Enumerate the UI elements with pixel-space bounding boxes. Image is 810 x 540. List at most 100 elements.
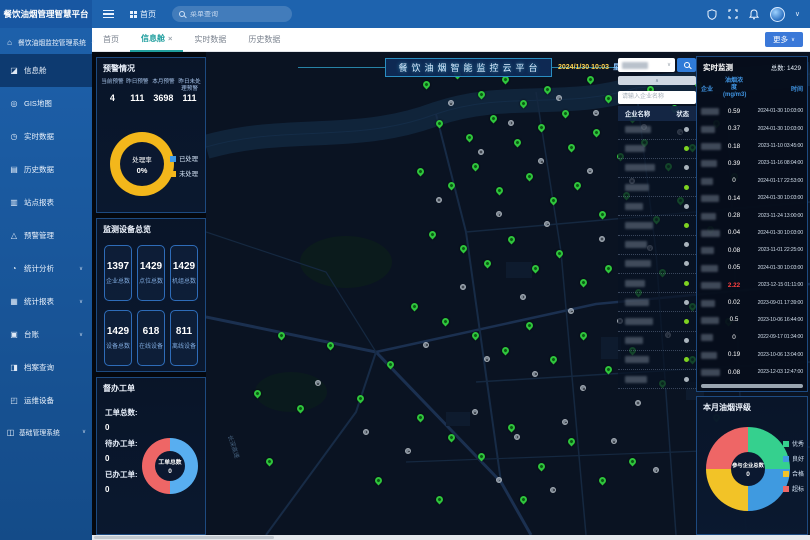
- company-name-blurred: [701, 317, 719, 324]
- theme-skin-icon[interactable]: [707, 9, 718, 20]
- map-marker-gray[interactable]: [363, 429, 369, 435]
- map-marker-gray[interactable]: [508, 120, 514, 126]
- sidebar-item-info-cabin[interactable]: ◪ 信息舱: [0, 54, 92, 87]
- realtime-row[interactable]: 0 2022-09-17 01:34:00: [697, 329, 807, 346]
- company-name-input[interactable]: [618, 91, 696, 104]
- tab-list: 首页 信息舱 × 实时数据 历史数据: [92, 28, 291, 52]
- sidebar-item-device-ops[interactable]: ◰ 运维设备: [0, 384, 92, 417]
- map-marker-gray[interactable]: [478, 149, 484, 155]
- collapse-bar[interactable]: ∧: [618, 76, 696, 85]
- realtime-row[interactable]: 0.04 2024-01-30 10:03:00: [697, 224, 807, 241]
- company-name-blurred: [701, 160, 717, 167]
- device-cards: 1397 企业总数 1429 点位总数 1429 机组总数 1429 设备总数 …: [97, 238, 205, 366]
- tab-realtime-data[interactable]: 实时数据: [183, 28, 237, 52]
- map-marker-gray[interactable]: [532, 371, 538, 377]
- status-dot-online: [684, 146, 689, 151]
- sidebar-item-archive-query[interactable]: ◨ 档案查询: [0, 351, 92, 384]
- company-row[interactable]: [618, 293, 696, 312]
- realtime-row[interactable]: 0 2024-01-17 22:53:00: [697, 172, 807, 189]
- realtime-monitor-panel: 实时监测 总数: 1429 企业 油烟浓度 (mg/m3) 时间 0.59 20…: [696, 56, 808, 392]
- company-name-blurred: [625, 164, 655, 171]
- map-marker-gray[interactable]: [599, 236, 605, 242]
- notification-bell-icon[interactable]: [749, 9, 760, 20]
- close-icon[interactable]: ×: [168, 34, 172, 43]
- realtime-row[interactable]: 0.18 2023-11-10 03:45:00: [697, 137, 807, 154]
- company-row[interactable]: [618, 370, 696, 389]
- realtime-row[interactable]: 0.19 2023-10-06 13:04:00: [697, 346, 807, 363]
- sidebar-collapse-icon[interactable]: [103, 10, 114, 19]
- realtime-row[interactable]: 0.02 2023-09-01 17:39:00: [697, 294, 807, 311]
- company-row[interactable]: [618, 159, 696, 178]
- realtime-row[interactable]: 0.05 2024-01-30 10:03:00: [697, 259, 807, 276]
- map-marker-gray[interactable]: [514, 434, 520, 440]
- company-row[interactable]: [618, 178, 696, 197]
- sidebar-section-base-system[interactable]: ◫ 基础管理系统 ∨: [0, 417, 92, 447]
- map-marker-gray[interactable]: [496, 477, 502, 483]
- scrollbar-thumb[interactable]: [94, 536, 274, 539]
- company-row[interactable]: [618, 351, 696, 370]
- realtime-row[interactable]: 0.14 2024-01-30 10:03:00: [697, 190, 807, 207]
- sidebar-item-warning-mgmt[interactable]: △ 预警管理: [0, 219, 92, 252]
- realtime-row[interactable]: 0.5 2023-10-06 16:44:00: [697, 311, 807, 328]
- realtime-row[interactable]: 0.59 2024-01-30 10:03:00: [697, 103, 807, 120]
- company-row[interactable]: [618, 216, 696, 235]
- sidebar-item-gis-map[interactable]: ◎ GIS地图: [0, 87, 92, 120]
- map-marker-gray[interactable]: [436, 197, 442, 203]
- concentration-value: 0.08: [723, 369, 745, 376]
- map-marker-gray[interactable]: [460, 284, 466, 290]
- menu-search-box[interactable]: [172, 6, 292, 22]
- sidebar-item-ledger[interactable]: ▣ 台账 ∨: [0, 318, 92, 351]
- tab-info-cabin[interactable]: 信息舱 ×: [130, 28, 183, 52]
- company-row[interactable]: [618, 332, 696, 351]
- home-breadcrumb[interactable]: 首页: [130, 9, 156, 20]
- home-icon: ⌂: [5, 38, 14, 47]
- company-row[interactable]: [618, 140, 696, 159]
- realtime-row[interactable]: 0.08 2023-11-01 22:25:00: [697, 242, 807, 259]
- company-row[interactable]: [618, 312, 696, 331]
- sidebar-nav: ⌂ 餐饮油烟监控管理系统 ∧ ◪ 信息舱 ◎ GIS地图 ◷ 实时数据 ▤ 历史…: [0, 28, 92, 540]
- workorder-donut-center: 工单总数 0: [142, 438, 198, 494]
- sidebar-item-realtime-data[interactable]: ◷ 实时数据: [0, 120, 92, 153]
- company-name-blurred: [625, 318, 653, 325]
- sidebar-item-site-report[interactable]: ▥ 站点报表: [0, 186, 92, 219]
- sidebar-item-stat-analysis[interactable]: ◔ 统计分析 ∨: [0, 252, 92, 285]
- company-row[interactable]: [618, 236, 696, 255]
- tab-home[interactable]: 首页: [92, 28, 130, 52]
- realtime-row[interactable]: 0.08 2023-12-03 12:47:00: [697, 363, 807, 380]
- page-horizontal-scrollbar[interactable]: [92, 535, 810, 540]
- sidebar-item-stat-report[interactable]: ▦ 统计报表 ∨: [0, 285, 92, 318]
- tab-label: 首页: [103, 34, 119, 45]
- company-row[interactable]: [618, 121, 696, 140]
- status-dot-offline: [684, 242, 689, 247]
- company-search-button[interactable]: [677, 58, 696, 72]
- fullscreen-icon[interactable]: [728, 9, 739, 20]
- sidebar-item-history-data[interactable]: ▤ 历史数据: [0, 153, 92, 186]
- company-row[interactable]: [618, 197, 696, 216]
- map-marker-gray[interactable]: [635, 400, 641, 406]
- company-row[interactable]: [618, 255, 696, 274]
- map-marker-gray[interactable]: [520, 294, 526, 300]
- header-actions: ∨: [707, 7, 800, 22]
- total-label: 总数:: [771, 65, 785, 72]
- timestamp: 2024-01-30 10:03:00: [745, 265, 803, 271]
- map-marker-gray[interactable]: [593, 110, 599, 116]
- map-marker-gray[interactable]: [448, 100, 454, 106]
- user-menu-chevron-icon[interactable]: ∨: [795, 10, 800, 18]
- tab-history-data[interactable]: 历史数据: [237, 28, 291, 52]
- more-button[interactable]: 更多 ∨: [765, 32, 803, 47]
- device-stat-card: 1397 企业总数: [104, 245, 132, 301]
- realtime-row[interactable]: 0.28 2023-11-24 13:00:00: [697, 207, 807, 224]
- horizontal-scrollbar[interactable]: [701, 384, 803, 388]
- sidebar-section-monitoring-system[interactable]: ⌂ 餐饮油烟监控管理系统 ∧: [0, 28, 92, 54]
- user-avatar[interactable]: [770, 7, 785, 22]
- status-dot-offline: [684, 300, 689, 305]
- map-marker-gray[interactable]: [587, 168, 593, 174]
- map-marker-gray[interactable]: [550, 487, 556, 493]
- realtime-row[interactable]: 0.39 2023-11-16 08:04:00: [697, 155, 807, 172]
- realtime-row[interactable]: 0.37 2024-01-30 10:03:00: [697, 120, 807, 137]
- company-row[interactable]: [618, 274, 696, 293]
- region-select[interactable]: ∨: [618, 58, 675, 72]
- realtime-row[interactable]: 2.22 2023-12-15 01:11:00: [697, 276, 807, 293]
- menu-search-input[interactable]: [190, 11, 280, 18]
- legend-label: 超标: [792, 484, 804, 493]
